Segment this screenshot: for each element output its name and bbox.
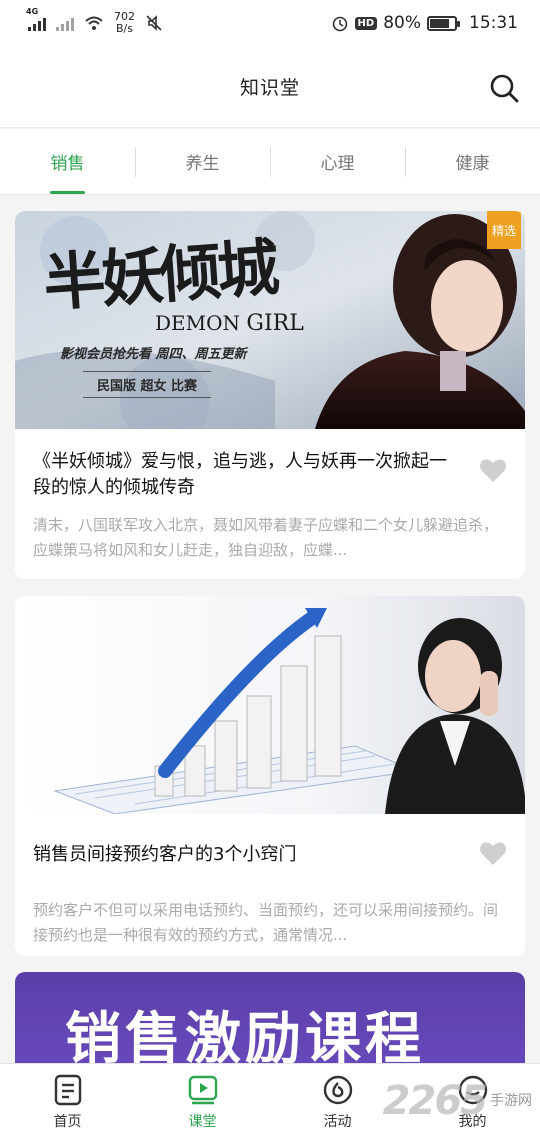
poster-subtitle-en-2: GIRL <box>246 311 304 336</box>
watermark-number: 2265 <box>382 1078 488 1124</box>
net-speed-unit: B/s <box>116 22 133 35</box>
poster-title: 半妖倾城 <box>41 230 278 320</box>
home-doc-icon <box>54 1074 81 1106</box>
nav-home-label: 首页 <box>53 1114 82 1130</box>
search-icon[interactable] <box>488 72 520 104</box>
tab-psychology[interactable]: 心理 <box>270 129 405 194</box>
favorite-heart-icon[interactable] <box>479 457 507 483</box>
site-watermark: 2265 手游网 <box>383 1076 532 1126</box>
poster-banner: 民国版 超女 比赛 <box>83 371 212 398</box>
clock: 15:31 <box>469 13 518 33</box>
app-header: 知识堂 <box>0 46 540 128</box>
sales-growth-image <box>15 596 525 814</box>
nav-classroom[interactable]: 课堂 <box>135 1064 270 1140</box>
article-card[interactable]: 销售员间接预约客户的3个小窍门 预约客户不但可以采用电话预约、当面预约，还可以采… <box>15 596 525 956</box>
nav-classroom-label: 课堂 <box>188 1114 217 1130</box>
article-summary: 清末，八国联军攻入北京，聂如风带着妻子应蝶和二个女儿躲避追杀，应蝶策马将如风和女… <box>33 516 499 559</box>
activity-icon <box>323 1075 352 1105</box>
battery-icon <box>427 15 460 31</box>
watermark-text-1: 手游网 <box>490 1093 532 1109</box>
tab-health[interactable]: 健康 <box>405 129 540 194</box>
article-title[interactable]: 销售员间接预约客户的3个小窍门 <box>33 842 453 868</box>
poster-tagline: 影视会员抢先看 周四、周五更新 <box>60 347 247 362</box>
wifi-icon <box>85 16 103 30</box>
status-right: HD 80% 15:31 <box>331 13 518 33</box>
category-tabs: 销售 养生 心理 健康 <box>0 129 540 195</box>
signal-icon-secondary <box>56 15 74 31</box>
poster-subtitle-en: DEMON GIRL <box>155 311 304 336</box>
article-title[interactable]: 《半妖倾城》爱与恨，追与逃，人与妖再一次掀起一段的惊人的倾城传奇 <box>33 449 453 501</box>
poster-subtitle-en-1: DEMON <box>155 311 241 335</box>
net-speed: 702 B/s <box>114 11 135 35</box>
nav-home[interactable]: 首页 <box>0 1064 135 1140</box>
status-left: 4G 702 B/s <box>26 7 163 35</box>
alarm-icon <box>332 16 347 32</box>
tab-health-preservation[interactable]: 养生 <box>135 129 270 194</box>
watermark-text: 手游网 <box>490 1093 532 1109</box>
article-card[interactable]: 半妖倾城 DEMON GIRL 影视会员抢先看 周四、周五更新 民国版 超女 比… <box>15 211 525 579</box>
page-title: 知识堂 <box>239 77 300 99</box>
mute-icon <box>146 15 162 31</box>
tab-sales[interactable]: 销售 <box>0 129 135 194</box>
battery-percent: 80% <box>383 13 421 33</box>
status-bar: 4G 702 B/s HD 80% 15:31 <box>0 0 540 46</box>
network-type-label: 4G <box>26 7 39 16</box>
classroom-play-icon <box>188 1075 217 1105</box>
article-summary: 预约客户不但可以采用电话预约、当面预约，还可以采用间接预约。间接预约也是一种很有… <box>33 901 499 944</box>
hd-badge: HD <box>354 16 378 30</box>
article-thumbnail[interactable] <box>15 596 525 814</box>
article-thumbnail[interactable]: 半妖倾城 DEMON GIRL 影视会员抢先看 周四、周五更新 民国版 超女 比… <box>15 211 525 429</box>
nav-activity-label: 活动 <box>323 1114 352 1130</box>
favorite-heart-icon[interactable] <box>479 840 507 866</box>
signal-icon: 4G <box>26 7 46 31</box>
featured-badge: 精选 <box>487 211 521 249</box>
